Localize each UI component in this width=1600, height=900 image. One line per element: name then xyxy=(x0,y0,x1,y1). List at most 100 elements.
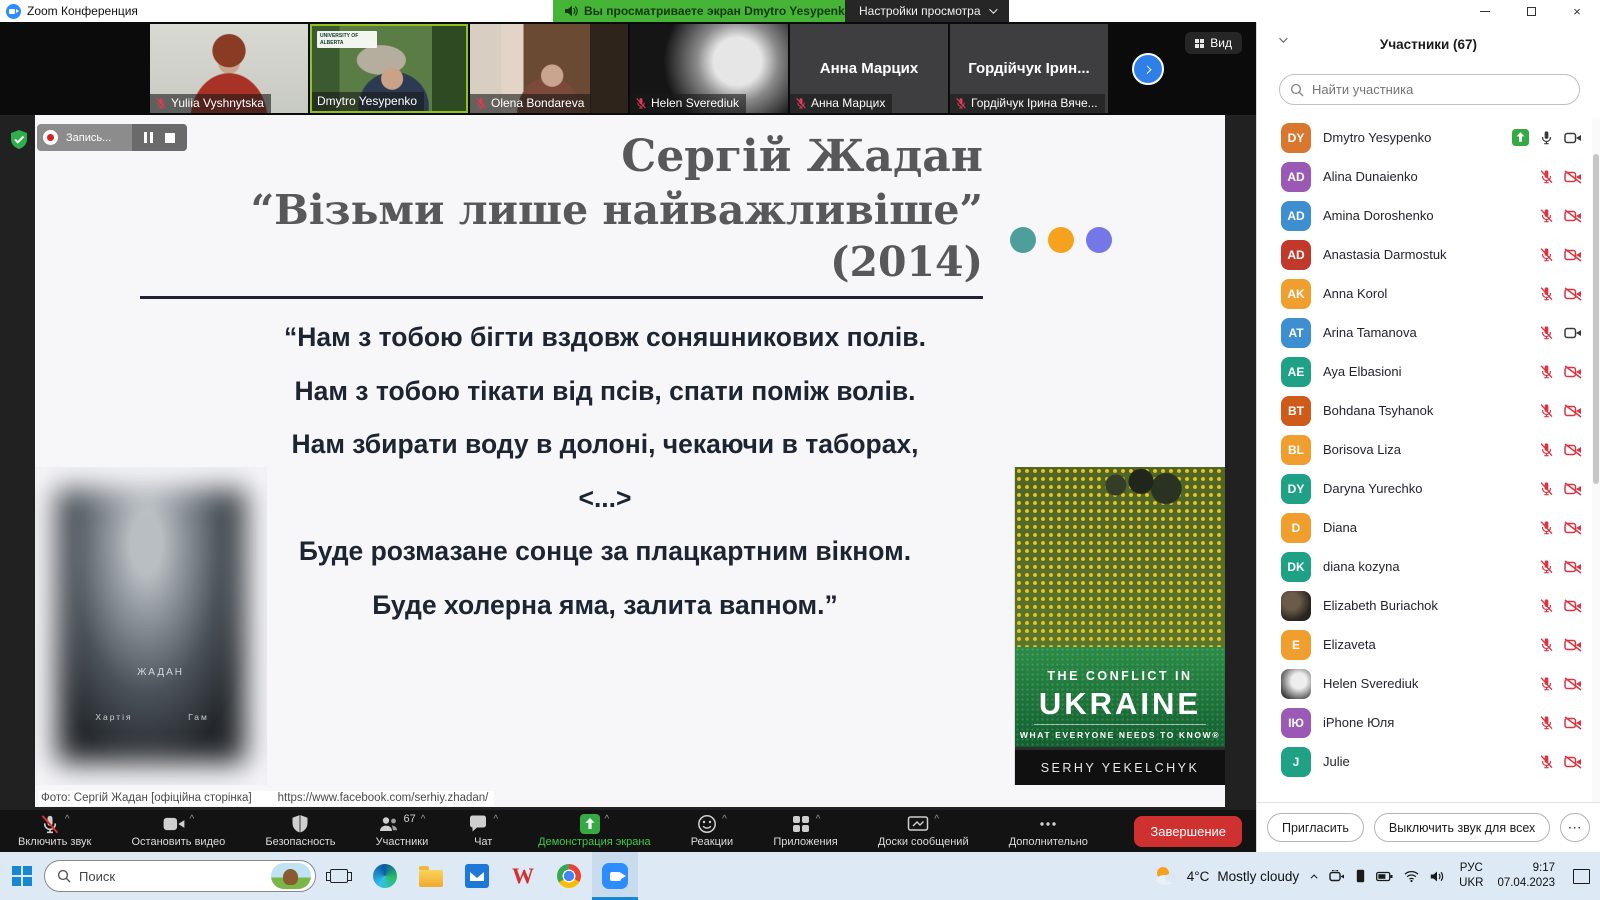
participant-row[interactable]: ADAmina Doroshenko xyxy=(1257,196,1592,235)
toolbar-label: Реакции xyxy=(691,836,734,848)
people-icon xyxy=(378,814,400,834)
view-settings-label: Настройки просмотра xyxy=(859,4,981,18)
next-videos-button[interactable] xyxy=(1132,53,1164,85)
participant-row[interactable]: Elizabeth Buriachok xyxy=(1257,586,1592,625)
participant-row[interactable]: DDiana xyxy=(1257,508,1592,547)
mic-muted-icon xyxy=(1539,559,1554,574)
participant-name: Bohdana Tsyhanok xyxy=(1323,403,1527,418)
participant-row[interactable]: BLBorisova Liza xyxy=(1257,430,1592,469)
share-banner-text: Вы просматриваете экран Dmytro Yesypenko xyxy=(584,4,852,18)
start-button[interactable] xyxy=(0,852,44,900)
window-titlebar: Zoom Конференция Вы просматриваете экран… xyxy=(0,0,1600,22)
end-meeting-button[interactable]: Завершение xyxy=(1134,816,1242,847)
toolbar-video-button[interactable]: ^Остановить видео xyxy=(131,814,225,848)
tray-phone-icon[interactable] xyxy=(1356,869,1365,883)
book-title-line1: THE CONFLICT IN xyxy=(1047,669,1192,683)
caret-icon[interactable]: ^ xyxy=(722,815,727,825)
toolbar-share-button[interactable]: ^Демонстрация экрана xyxy=(538,814,650,848)
participant-row[interactable]: JJulie xyxy=(1257,742,1592,781)
view-button-label: Вид xyxy=(1210,36,1232,50)
mic-muted-icon xyxy=(1539,637,1554,652)
participant-row[interactable]: DYDmytro Yesypenko xyxy=(1257,118,1592,157)
participant-search[interactable] xyxy=(1279,74,1580,105)
participants-more-button[interactable]: ⋯ xyxy=(1560,813,1590,842)
caret-icon[interactable]: ^ xyxy=(190,815,195,825)
task-view-button[interactable] xyxy=(316,852,362,900)
view-settings-button[interactable]: Настройки просмотра xyxy=(845,0,1009,22)
view-button[interactable]: Вид xyxy=(1185,32,1242,54)
toolbar-apps-button[interactable]: ^Приложения xyxy=(773,814,837,848)
participant-row[interactable]: ATArina Tamanova xyxy=(1257,313,1592,352)
participant-row[interactable]: AKAnna Korol xyxy=(1257,274,1592,313)
avatar xyxy=(1281,669,1311,699)
photo-patch-label: Хартія xyxy=(95,712,132,722)
participant-row[interactable]: ІЮiPhone Юля xyxy=(1257,703,1592,742)
record-icon xyxy=(43,130,58,145)
video-tile[interactable]: Helen Sverediuk xyxy=(630,24,788,113)
apps-icon xyxy=(791,814,811,834)
pause-recording-button[interactable] xyxy=(144,132,153,143)
taskbar-search[interactable]: Поиск xyxy=(44,860,316,892)
video-tile[interactable]: Olena Bondareva xyxy=(470,24,628,113)
participant-row[interactable]: ADAlina Dunaienko xyxy=(1257,157,1592,196)
minimize-button[interactable] xyxy=(1462,0,1508,22)
toolbar-chat-button[interactable]: ^Чат xyxy=(468,814,498,848)
weather-icon xyxy=(1151,865,1179,887)
mute-all-button[interactable]: Выключить звук для всех xyxy=(1374,813,1550,842)
decorative-dot xyxy=(1086,227,1112,253)
poem-line: “Нам з тобою бігти вздовж соняшникових п… xyxy=(155,311,1055,365)
maximize-button[interactable] xyxy=(1508,0,1554,22)
toolbar-security-button[interactable]: Безопасность xyxy=(265,814,335,848)
language-indicator[interactable]: РУС UKR xyxy=(1459,861,1483,891)
taskbar-clock[interactable]: 9:17 07.04.2023 xyxy=(1497,861,1555,891)
participant-row[interactable]: Helen Sverediuk xyxy=(1257,664,1592,703)
avatar: ІЮ xyxy=(1281,708,1311,738)
participant-row[interactable]: EElizaveta xyxy=(1257,625,1592,664)
tray-camera-icon[interactable] xyxy=(1329,870,1345,882)
participant-name: Anastasia Darmostuk xyxy=(1323,247,1527,262)
camera-off-icon xyxy=(1564,209,1582,223)
tray-wifi-icon[interactable] xyxy=(1404,870,1419,882)
caret-icon[interactable]: ^ xyxy=(421,815,426,825)
participant-search-input[interactable] xyxy=(1310,81,1569,98)
toolbar-participants-button[interactable]: 67^Участники xyxy=(376,814,429,848)
file-explorer-icon[interactable] xyxy=(408,852,454,900)
video-tile[interactable]: UNIVERSITY OF ALBERTA Dmytro Yesypenko xyxy=(310,24,468,113)
video-tile[interactable]: Yuliia Vyshnytska xyxy=(150,24,308,113)
action-center-icon[interactable] xyxy=(1573,869,1590,884)
edge-icon[interactable] xyxy=(362,852,408,900)
screen-share-banner: Вы просматриваете экран Dmytro Yesypenko xyxy=(553,0,864,22)
toolbar-more-button[interactable]: Дополнительно xyxy=(1009,814,1088,848)
participant-row[interactable]: ADAnastasia Darmostuk xyxy=(1257,235,1592,274)
toolbar-mute-button[interactable]: ^Включить звук xyxy=(18,814,91,848)
close-button[interactable]: × xyxy=(1554,0,1600,22)
caret-icon[interactable]: ^ xyxy=(493,815,498,825)
invite-button[interactable]: Пригласить xyxy=(1267,813,1364,842)
mic-muted-icon xyxy=(40,814,60,834)
zoom-app-icon[interactable] xyxy=(592,852,638,900)
mail-icon[interactable] xyxy=(454,852,500,900)
caret-icon[interactable]: ^ xyxy=(934,815,939,825)
stop-recording-button[interactable] xyxy=(165,133,175,143)
poem-line: <...> xyxy=(155,472,1055,526)
participant-row[interactable]: DYDaryna Yurechko xyxy=(1257,469,1592,508)
collapse-panel-icon[interactable] xyxy=(1279,34,1287,42)
video-tile[interactable]: Гордійчук Ірин... Гордійчук Ірина Вяче..… xyxy=(950,24,1108,113)
caret-icon[interactable]: ^ xyxy=(816,815,821,825)
share-icon xyxy=(580,814,600,834)
toolbar-boards-button[interactable]: ^Доски сообщений xyxy=(878,814,969,848)
office-w-icon[interactable]: W xyxy=(500,852,546,900)
participant-row[interactable]: BTBohdana Tsyhanok xyxy=(1257,391,1592,430)
caret-icon[interactable]: ^ xyxy=(65,815,70,825)
weather-widget[interactable]: 4°C Mostly cloudy xyxy=(1151,865,1299,887)
participant-row[interactable]: DKdiana kozyna xyxy=(1257,547,1592,586)
chrome-icon[interactable] xyxy=(546,852,592,900)
participants-scrollbar[interactable] xyxy=(1592,118,1600,802)
tray-expand-icon[interactable] xyxy=(1311,874,1318,881)
video-tile[interactable]: Анна Марцих Анна Марцих xyxy=(790,24,948,113)
participant-row[interactable]: AEAya Elbasioni xyxy=(1257,352,1592,391)
tray-battery-icon[interactable] xyxy=(1376,871,1393,882)
tray-volume-icon[interactable] xyxy=(1430,870,1445,883)
toolbar-reactions-button[interactable]: ^ Реакции xyxy=(691,814,734,848)
caret-icon[interactable]: ^ xyxy=(605,815,610,825)
